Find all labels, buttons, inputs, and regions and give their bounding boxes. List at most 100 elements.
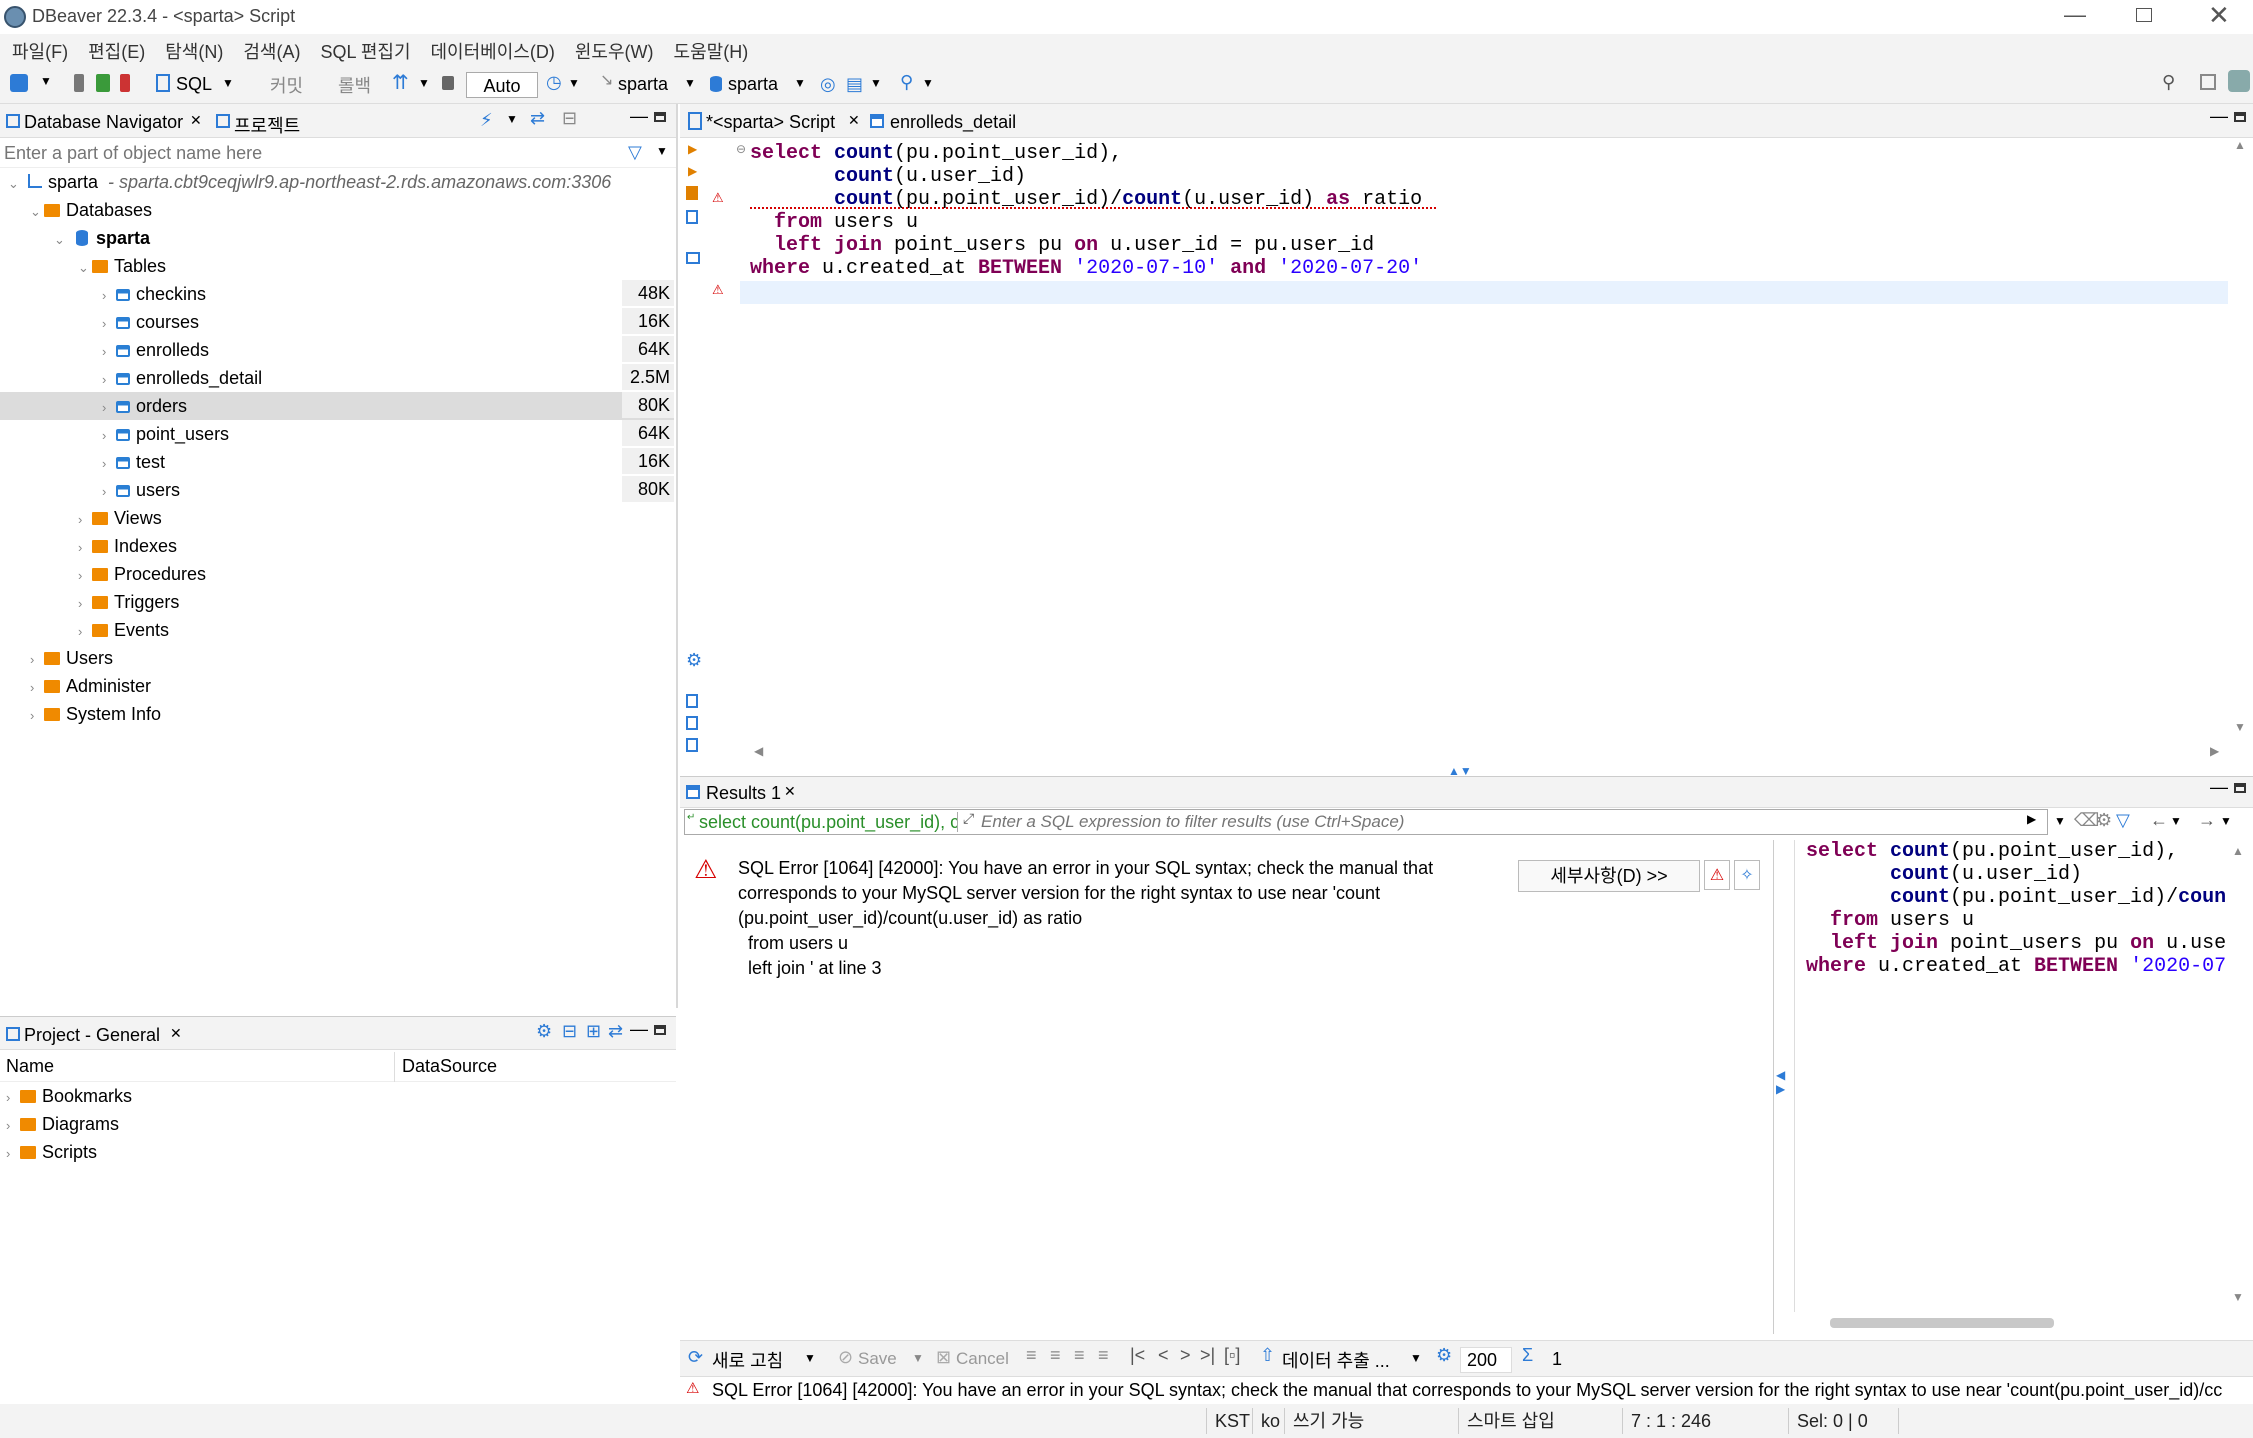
- minimize-panel-icon[interactable]: —: [630, 106, 648, 127]
- table-node[interactable]: › checkins 48K: [0, 280, 674, 308]
- fetch-settings-icon[interactable]: ⚙: [1436, 1345, 1452, 1366]
- rollback-button[interactable]: 롤백: [338, 72, 371, 98]
- cancel-button[interactable]: Cancel: [956, 1349, 1009, 1369]
- chevron-down-icon[interactable]: ⌄: [54, 226, 68, 254]
- schema-selector[interactable]: sparta: [728, 74, 778, 95]
- global-search-icon[interactable]: ⚲: [2162, 72, 2175, 93]
- database-sparta-node[interactable]: ⌄ sparta: [54, 224, 150, 254]
- chevron-down-icon[interactable]: ⌄: [78, 254, 92, 282]
- scroll-left-icon[interactable]: ◀: [754, 744, 763, 758]
- filter-dropdown-icon[interactable]: ▼: [2054, 814, 2066, 828]
- link-editor-icon[interactable]: ⇄: [530, 108, 545, 129]
- forward-icon[interactable]: →: [2198, 810, 2216, 831]
- chevron-right-icon[interactable]: ›: [30, 702, 44, 730]
- execute-plan-icon[interactable]: ▤: [846, 74, 863, 95]
- fetch-all-icon[interactable]: [▫]: [1224, 1345, 1240, 1366]
- chevron-right-icon[interactable]: ›: [102, 450, 116, 478]
- folder-node[interactable]: › Views: [78, 504, 162, 532]
- folder-node[interactable]: › Triggers: [78, 588, 179, 616]
- reconnect-icon[interactable]: [96, 74, 110, 92]
- root-node[interactable]: › Administer: [30, 672, 151, 700]
- close-icon[interactable]: ✕: [190, 112, 202, 129]
- chevron-right-icon[interactable]: ›: [78, 562, 92, 590]
- export-data-button[interactable]: 데이터 추출 ...: [1282, 1347, 1390, 1373]
- results-filter-input[interactable]: [981, 812, 1981, 832]
- menu-item[interactable]: 윈도우(W): [575, 42, 654, 62]
- minimize-panel-icon[interactable]: —: [630, 1019, 648, 1040]
- maximize-panel-icon[interactable]: [2234, 112, 2246, 122]
- maximize-panel-icon[interactable]: [654, 112, 666, 122]
- perspective-icon[interactable]: [2200, 74, 2216, 90]
- query-preview[interactable]: ↵ select count(pu.point_user_id), count(…: [684, 809, 2048, 835]
- plan-dropdown-icon[interactable]: ▼: [870, 76, 882, 90]
- table-node[interactable]: › point_users 64K: [0, 420, 674, 448]
- tab-project-general[interactable]: Project - General: [24, 1025, 160, 1046]
- chevron-right-icon[interactable]: ›: [78, 534, 92, 562]
- close-icon[interactable]: ✕: [2208, 0, 2230, 31]
- search-dropdown-icon[interactable]: ▼: [922, 76, 934, 90]
- connect-icon[interactable]: [74, 74, 84, 92]
- first-page-icon[interactable]: |<: [1130, 1345, 1145, 1366]
- transaction-icon[interactable]: ⇈: [392, 70, 409, 95]
- filter-history-icon[interactable]: ▶: [2027, 812, 2036, 826]
- side-hscroll[interactable]: [1830, 1318, 2054, 1328]
- link-icon[interactable]: ⇄: [608, 1021, 623, 1042]
- menu-item[interactable]: 편집(E): [88, 42, 145, 62]
- table-node[interactable]: › enrolleds 64K: [0, 336, 674, 364]
- dropdown-icon[interactable]: ▼: [506, 112, 518, 126]
- editor-vscroll[interactable]: ▲ ▼: [2230, 138, 2250, 742]
- script-run-icon[interactable]: [686, 186, 698, 200]
- table-node[interactable]: › orders 80K: [0, 392, 674, 420]
- chevron-right-icon[interactable]: ›: [30, 674, 44, 702]
- chevron-down-icon[interactable]: ⌄: [30, 198, 44, 226]
- forward-dropdown-icon[interactable]: ▼: [2220, 814, 2232, 828]
- run-statement-icon[interactable]: ▶: [688, 142, 697, 156]
- chevron-right-icon[interactable]: ›: [78, 590, 92, 618]
- export-icon[interactable]: [686, 694, 698, 708]
- import-icon[interactable]: [686, 716, 698, 730]
- maximize-panel-icon[interactable]: [654, 1025, 666, 1035]
- explain-icon[interactable]: ◎: [820, 74, 836, 95]
- tab-database-navigator[interactable]: Database Navigator: [24, 112, 183, 133]
- next-page-icon[interactable]: >: [1180, 1345, 1191, 1366]
- filter-icon[interactable]: ▽: [628, 142, 642, 163]
- filter-dropdown-icon[interactable]: ▼: [656, 144, 668, 158]
- databases-node[interactable]: ⌄ Databases: [30, 196, 152, 224]
- sash-arrows-icon[interactable]: ◀ ▶: [1776, 1068, 1785, 1096]
- menu-item[interactable]: 탐색(N): [165, 42, 223, 62]
- menu-item[interactable]: 파일(F): [12, 42, 68, 62]
- folder-node[interactable]: › Procedures: [78, 560, 206, 588]
- back-dropdown-icon[interactable]: ▼: [2170, 814, 2182, 828]
- tab-script[interactable]: *<sparta> Script: [706, 112, 835, 133]
- menu-item[interactable]: SQL 편집기: [320, 42, 410, 62]
- project-item[interactable]: › Bookmarks: [6, 1082, 132, 1110]
- refresh-dropdown-icon[interactable]: ▼: [804, 1351, 816, 1365]
- save-dropdown-icon[interactable]: ▼: [912, 1351, 924, 1365]
- tables-node[interactable]: ⌄ Tables: [78, 252, 166, 280]
- root-node[interactable]: › Users: [30, 644, 113, 672]
- dbeaver-perspective-icon[interactable]: [2228, 70, 2250, 92]
- expand-icon[interactable]: ⊞: [586, 1021, 601, 1042]
- chevron-right-icon[interactable]: ›: [6, 1140, 20, 1168]
- commit-button[interactable]: 커밋: [270, 72, 303, 98]
- minimize-panel-icon[interactable]: —: [2210, 777, 2228, 798]
- refresh-icon[interactable]: ⟳: [688, 1347, 703, 1368]
- run-script-icon[interactable]: ▶: [688, 164, 697, 178]
- sql-button[interactable]: SQL: [176, 74, 212, 95]
- save-icon[interactable]: ⊘: [838, 1347, 853, 1368]
- details-button[interactable]: 세부사항(D) >>: [1518, 860, 1700, 892]
- side-vscroll[interactable]: ▲ ▼: [2228, 840, 2250, 1312]
- project-item[interactable]: › Diagrams: [6, 1110, 119, 1138]
- close-icon[interactable]: ✕: [784, 783, 796, 800]
- fetch-size-input[interactable]: 200: [1460, 1347, 1512, 1373]
- chevron-right-icon[interactable]: ›: [102, 282, 116, 310]
- sql-dropdown-icon[interactable]: ▼: [222, 76, 234, 90]
- chevron-down-icon[interactable]: ⌄: [8, 170, 22, 198]
- table-node[interactable]: › users 80K: [0, 476, 674, 504]
- save-button[interactable]: Save: [858, 1349, 897, 1369]
- navigator-filter-input[interactable]: [4, 141, 614, 165]
- datasource-selector[interactable]: sparta: [618, 74, 668, 95]
- sql-editor-icon[interactable]: [156, 74, 170, 92]
- new-connection-icon[interactable]: ⚡: [480, 110, 493, 131]
- format-icon[interactable]: [686, 738, 698, 752]
